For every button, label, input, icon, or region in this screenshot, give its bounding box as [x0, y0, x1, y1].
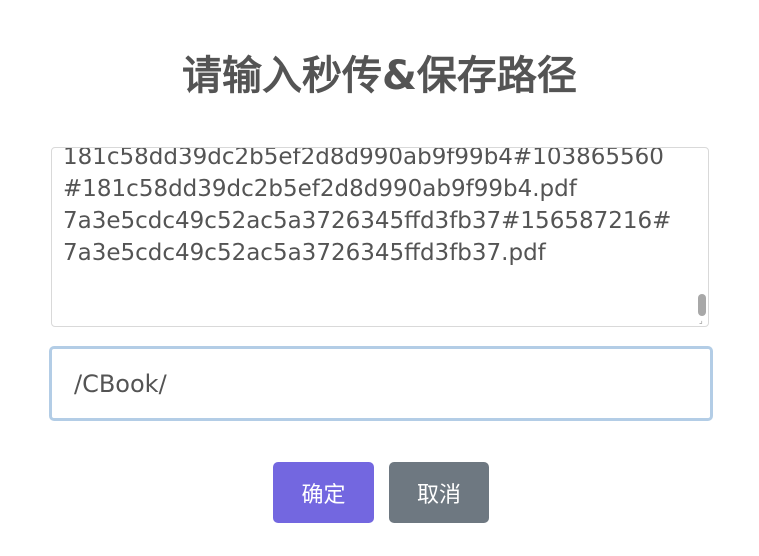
- cancel-button[interactable]: 取消: [389, 462, 489, 523]
- dialog: 请输入秒传&保存路径 181c58dd39dc2b5ef2d8d990ab9f9…: [0, 0, 759, 556]
- resize-handle-icon[interactable]: ⌟: [699, 317, 707, 325]
- save-path-input[interactable]: [49, 346, 713, 421]
- textarea-scrollbar-thumb[interactable]: [698, 294, 706, 316]
- dialog-title: 请输入秒传&保存路径: [182, 53, 577, 99]
- link-textarea[interactable]: 181c58dd39dc2b5ef2d8d990ab9f99b4#1038655…: [51, 147, 709, 327]
- confirm-button[interactable]: 确定: [273, 462, 374, 523]
- link-textarea-text[interactable]: 181c58dd39dc2b5ef2d8d990ab9f99b4#1038655…: [63, 148, 679, 269]
